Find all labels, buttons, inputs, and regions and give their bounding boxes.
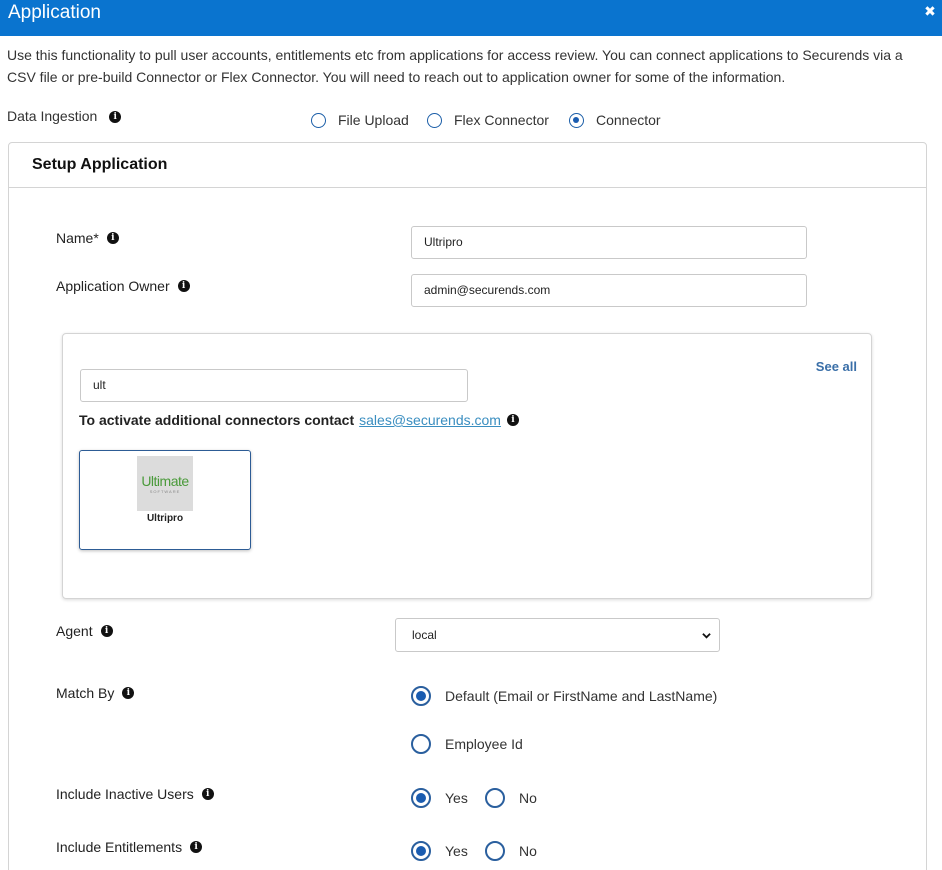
application-owner-label: Application Owner i	[56, 278, 190, 294]
chevron-down-icon	[702, 633, 711, 639]
title-bar: Application ✖	[0, 0, 942, 36]
radio-circle[interactable]	[427, 112, 442, 128]
window-title: Application	[8, 2, 101, 23]
name-label: Name* i	[56, 230, 119, 246]
see-all-link[interactable]: See all	[816, 359, 857, 374]
info-icon: i	[100, 625, 113, 637]
info-icon: i	[506, 414, 519, 426]
info-icon: i	[190, 841, 203, 853]
connector-card-ultripro[interactable]: Ultimate SOFTWARE Ultripro	[79, 450, 251, 550]
radio-circle-checked[interactable]	[569, 112, 584, 128]
radio-circle[interactable]	[485, 788, 505, 808]
radio-match-default[interactable]: Default (Email or FirstName and LastName…	[411, 686, 717, 706]
agent-select[interactable]: local	[395, 618, 720, 652]
radio-flex-connector[interactable]: Flex Connector	[427, 112, 549, 128]
data-ingestion-label: Data Ingestion i	[7, 108, 122, 124]
radio-file-upload[interactable]: File Upload	[311, 112, 409, 128]
include-entitlements-label: Include Entitlements i	[56, 839, 203, 855]
ultimate-software-logo: Ultimate SOFTWARE	[137, 456, 193, 511]
radio-match-employee-id[interactable]: Employee Id	[411, 734, 523, 754]
radio-entitlements-yes[interactable]: Yes	[411, 841, 468, 861]
connector-picker: See all ult To activate additional conne…	[62, 333, 872, 599]
include-inactive-label: Include Inactive Users i	[56, 786, 214, 802]
radio-circle-checked[interactable]	[411, 841, 431, 861]
match-by-label: Match By i	[56, 685, 135, 701]
info-icon: i	[106, 232, 119, 244]
radio-inactive-no[interactable]: No	[485, 788, 537, 808]
radio-circle[interactable]	[311, 112, 326, 128]
connector-search-input[interactable]: ult	[80, 369, 468, 402]
radio-circle-checked[interactable]	[411, 788, 431, 808]
radio-circle-checked[interactable]	[411, 686, 431, 706]
radio-entitlements-no[interactable]: No	[485, 841, 537, 861]
info-icon: i	[109, 111, 122, 124]
radio-circle[interactable]	[411, 734, 431, 754]
info-icon: i	[201, 788, 214, 800]
activate-connectors-text: To activate additional connectors contac…	[79, 412, 519, 428]
description-text: Use this functionality to pull user acco…	[7, 47, 903, 85]
info-icon: i	[177, 280, 190, 292]
radio-connector[interactable]: Connector	[569, 112, 661, 128]
radio-inactive-yes[interactable]: Yes	[411, 788, 468, 808]
panel-heading: Setup Application	[9, 143, 926, 188]
connector-card-name: Ultripro	[146, 513, 184, 524]
sales-email-link[interactable]: sales@securends.com	[359, 412, 501, 428]
name-input[interactable]: Ultripro	[411, 226, 807, 259]
info-icon: i	[122, 687, 135, 699]
radio-circle[interactable]	[485, 841, 505, 861]
close-icon[interactable]: ✖	[923, 4, 937, 18]
agent-label: Agent i	[56, 623, 113, 639]
application-owner-input[interactable]: admin@securends.com	[411, 274, 807, 307]
